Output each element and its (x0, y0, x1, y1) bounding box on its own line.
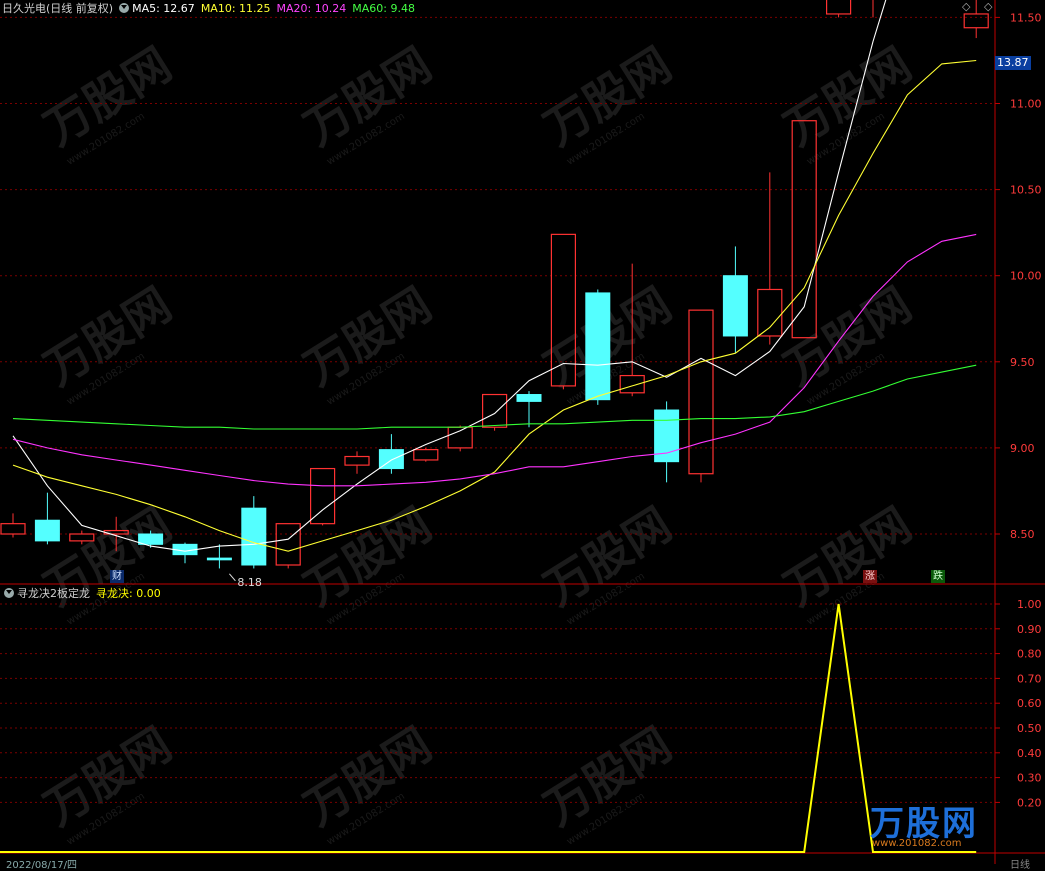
earnings-marker[interactable]: 财 (110, 570, 124, 583)
candle-body (206, 557, 232, 561)
candle-body (825, 0, 852, 15)
y-tick-label: 10.50 (1010, 184, 1042, 197)
candle-body (310, 467, 336, 525)
low-pointer (229, 573, 236, 582)
y-tick-label: 8.50 (1010, 528, 1035, 541)
low-price-label: 8.18 (237, 576, 262, 589)
current-price-badge: 13.87 (995, 56, 1031, 70)
y-tick-label: 0.90 (1017, 623, 1042, 636)
candle-body (722, 275, 748, 337)
y-tick-label: 1.00 (1017, 598, 1042, 611)
ma60-line (12, 364, 977, 430)
y-tick-label: 11.50 (1010, 11, 1042, 24)
y-tick-label: 0.70 (1017, 672, 1042, 685)
candle-body (619, 374, 645, 394)
chart-header: 日久光电(日线 前复权) MA5: 12.67 MA10: 11.25 MA20… (0, 0, 421, 16)
limit-down-marker[interactable]: 跌 (931, 570, 945, 583)
indicator-dropdown-icon[interactable] (4, 588, 14, 598)
candle-body (688, 309, 714, 475)
ma60-label: MA60: 9.48 (352, 1, 415, 15)
y-tick-label: 0.50 (1017, 722, 1042, 735)
expand-icon[interactable]: ◇ (962, 0, 970, 13)
price-chart[interactable]: 8.509.009.5010.0010.5011.0011.5012.0012.… (0, 0, 1045, 864)
ma5-label: MA5: 12.67 (132, 1, 195, 15)
settings-dropdown-icon[interactable] (119, 3, 130, 13)
candle-body (275, 523, 301, 566)
ma20-label: MA20: 10.24 (276, 1, 347, 15)
ma10-line (12, 59, 977, 552)
y-tick-label: 9.50 (1010, 356, 1035, 369)
candle-body (757, 288, 783, 337)
stock-chart-window: 万股网 www.201082.com 万股网 www.201082.com 万股网 w… (0, 0, 1045, 871)
stock-title[interactable]: 日久光电(日线 前复权) (2, 0, 113, 16)
y-tick-label: 0.80 (1017, 648, 1042, 661)
y-tick-label: 0.30 (1017, 772, 1042, 785)
candle-body (69, 533, 95, 542)
y-tick-label: 11.00 (1010, 98, 1042, 111)
collapse-icon[interactable]: ◇ (984, 0, 992, 13)
candle-body (0, 523, 26, 535)
candle-body (138, 533, 164, 545)
indicator-name[interactable]: 寻龙决2板定龙 (17, 585, 90, 601)
candle-body (413, 449, 439, 461)
y-tick-label: 0.20 (1017, 796, 1042, 809)
y-tick-label: 10.00 (1010, 270, 1042, 283)
ma10-label: MA10: 11.25 (200, 1, 271, 15)
y-tick-label: 9.00 (1010, 442, 1035, 455)
candle-body (344, 455, 370, 466)
candle-body (241, 507, 267, 566)
candle-body (482, 393, 508, 428)
candle-body (516, 394, 542, 402)
candle-body (585, 292, 611, 401)
indicator-header: 寻龙决2板定龙 寻龙决: 0.00 (0, 586, 161, 600)
y-tick-label: 0.60 (1017, 697, 1042, 710)
y-tick-label: 0.40 (1017, 747, 1042, 760)
candle-body (34, 519, 60, 542)
indicator-value: 寻龙决: 0.00 (96, 587, 161, 600)
candle-body (963, 13, 989, 29)
limit-up-marker[interactable]: 涨 (863, 570, 877, 583)
brand-url: www.201082.com (872, 838, 962, 849)
